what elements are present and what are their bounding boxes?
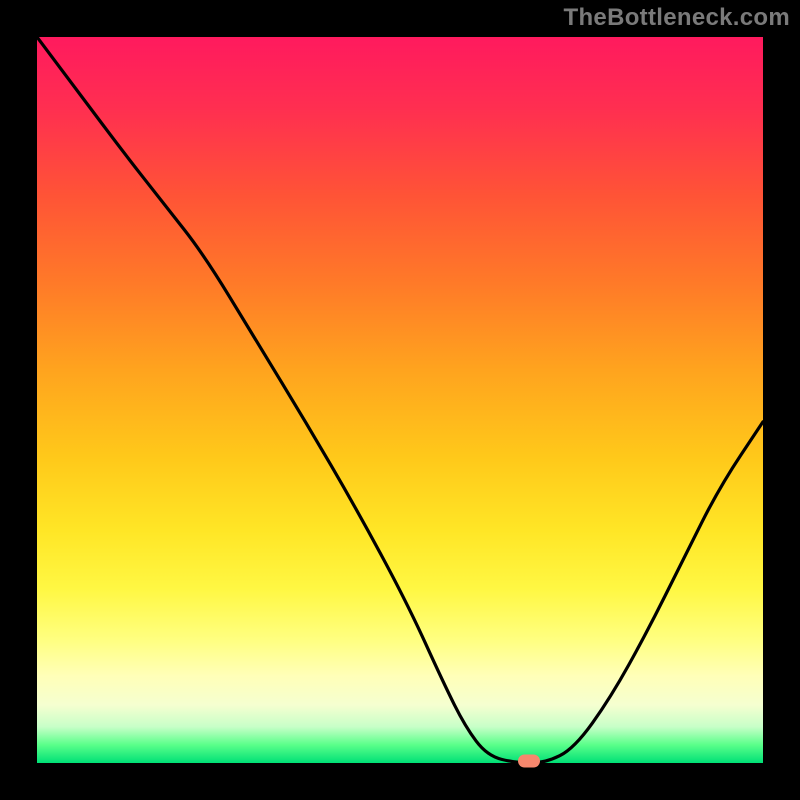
curve-path	[37, 37, 763, 763]
optimal-marker	[518, 755, 540, 768]
bottleneck-curve	[37, 37, 763, 763]
chart-container: TheBottleneck.com	[0, 0, 800, 800]
plot-area	[37, 37, 763, 763]
watermark-text: TheBottleneck.com	[564, 4, 790, 32]
